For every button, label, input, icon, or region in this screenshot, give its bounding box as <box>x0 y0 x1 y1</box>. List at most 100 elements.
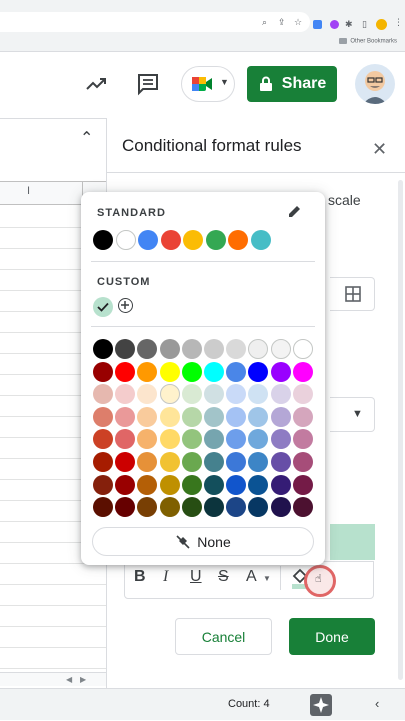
palette-color-swatch[interactable] <box>115 361 136 382</box>
palette-color-swatch[interactable] <box>226 339 247 359</box>
pencil-icon[interactable] <box>287 203 303 219</box>
done-button[interactable]: Done <box>289 618 375 655</box>
horizontal-scrollbar[interactable]: ◀ ▶ <box>0 672 108 686</box>
palette-color-swatch[interactable] <box>159 361 180 382</box>
palette-color-swatch[interactable] <box>93 429 113 450</box>
palette-color-swatch[interactable] <box>270 429 291 450</box>
palette-color-swatch[interactable] <box>292 497 313 518</box>
palette-color-swatch[interactable] <box>292 406 313 427</box>
palette-color-swatch[interactable] <box>115 474 136 495</box>
close-icon[interactable]: ✕ <box>372 139 387 160</box>
palette-color-swatch[interactable] <box>181 429 202 450</box>
cancel-button[interactable]: Cancel <box>175 618 272 655</box>
standard-color-swatch[interactable] <box>205 230 226 250</box>
palette-color-swatch[interactable] <box>159 406 180 427</box>
palette-color-swatch[interactable] <box>159 429 180 450</box>
puzzle-icon[interactable]: ✱ <box>345 18 353 30</box>
selection-count[interactable]: Count: 4 <box>228 698 270 710</box>
extension-icon[interactable] <box>313 20 322 29</box>
extension-icon[interactable] <box>330 20 339 29</box>
column-label[interactable]: I <box>27 185 30 197</box>
palette-color-swatch[interactable] <box>270 339 291 359</box>
palette-color-swatch[interactable] <box>137 497 158 518</box>
bookmark-star-icon[interactable]: ☆ <box>294 16 302 28</box>
scroll-right-icon[interactable]: ▶ <box>80 675 86 684</box>
palette-color-swatch[interactable] <box>292 452 313 472</box>
palette-color-swatch[interactable] <box>115 429 136 450</box>
palette-color-swatch[interactable] <box>159 497 180 518</box>
palette-color-swatch[interactable] <box>248 474 269 495</box>
palette-color-swatch[interactable] <box>226 384 247 405</box>
palette-color-swatch[interactable] <box>93 361 113 382</box>
palette-color-swatch[interactable] <box>204 406 224 427</box>
lens-icon[interactable]: ⌕ <box>262 16 267 28</box>
standard-color-swatch[interactable] <box>250 230 271 250</box>
palette-color-swatch[interactable] <box>137 474 158 495</box>
chevron-left-icon[interactable]: ‹ <box>375 696 379 711</box>
palette-color-swatch[interactable] <box>137 429 158 450</box>
palette-color-swatch[interactable] <box>248 452 269 472</box>
palette-color-swatch[interactable] <box>181 339 202 359</box>
standard-color-swatch[interactable] <box>228 230 248 250</box>
palette-color-swatch[interactable] <box>115 406 136 427</box>
palette-color-swatch[interactable] <box>292 384 313 405</box>
palette-color-swatch[interactable] <box>181 452 202 472</box>
other-bookmarks[interactable]: Other Bookmarks <box>339 38 397 45</box>
palette-color-swatch[interactable] <box>248 497 269 518</box>
share-page-icon[interactable]: ⇪ <box>278 16 286 28</box>
palette-color-swatch[interactable] <box>226 406 247 427</box>
palette-color-swatch[interactable] <box>292 361 313 382</box>
palette-color-swatch[interactable] <box>181 497 202 518</box>
palette-color-swatch[interactable] <box>137 384 158 405</box>
palette-color-swatch[interactable] <box>159 452 180 472</box>
palette-color-swatch[interactable] <box>292 474 313 495</box>
panel-scrollbar[interactable] <box>398 180 403 680</box>
collapse-toolbar-icon[interactable]: ⌃ <box>80 128 93 148</box>
explore-icon[interactable] <box>310 694 332 716</box>
palette-color-swatch[interactable] <box>292 429 313 450</box>
palette-color-swatch[interactable] <box>204 452 224 472</box>
underline-button[interactable]: U <box>190 568 202 586</box>
palette-color-swatch[interactable] <box>137 339 158 359</box>
palette-color-swatch[interactable] <box>270 452 291 472</box>
standard-color-swatch[interactable] <box>115 230 136 250</box>
standard-color-swatch[interactable] <box>183 230 203 250</box>
palette-color-swatch[interactable] <box>270 474 291 495</box>
palette-color-swatch[interactable] <box>270 361 291 382</box>
color-scale-tab[interactable]: scale <box>328 192 361 208</box>
palette-color-swatch[interactable] <box>204 361 224 382</box>
italic-button[interactable]: I <box>163 568 168 586</box>
comment-icon[interactable] <box>136 72 160 96</box>
meet-button[interactable]: ▼ <box>181 66 235 102</box>
palette-color-swatch[interactable] <box>248 384 269 405</box>
palette-color-swatch[interactable] <box>270 406 291 427</box>
grid-icon[interactable] <box>345 286 361 302</box>
palette-color-swatch[interactable] <box>226 452 247 472</box>
palette-color-swatch[interactable] <box>115 452 136 472</box>
none-color-button[interactable]: None <box>92 527 314 556</box>
palette-color-swatch[interactable] <box>93 406 113 427</box>
palette-color-swatch[interactable] <box>248 406 269 427</box>
palette-color-swatch[interactable] <box>226 429 247 450</box>
share-button[interactable]: Share <box>247 66 337 102</box>
trending-up-icon[interactable] <box>84 72 108 96</box>
palette-color-swatch[interactable] <box>226 497 247 518</box>
palette-color-swatch[interactable] <box>93 339 113 359</box>
add-custom-color-button[interactable] <box>118 298 133 313</box>
palette-color-swatch[interactable] <box>204 429 224 450</box>
palette-color-swatch[interactable] <box>137 406 158 427</box>
scroll-left-icon[interactable]: ◀ <box>66 675 72 684</box>
text-color-button[interactable]: A <box>246 568 257 586</box>
standard-color-swatch[interactable] <box>160 230 181 250</box>
palette-color-swatch[interactable] <box>137 361 158 382</box>
palette-color-swatch[interactable] <box>181 361 202 382</box>
palette-color-swatch[interactable] <box>226 474 247 495</box>
strikethrough-button[interactable]: S <box>218 568 229 586</box>
palette-color-swatch[interactable] <box>248 361 269 382</box>
bold-button[interactable]: B <box>134 568 146 586</box>
menu-icon[interactable]: ⋮ <box>394 16 403 28</box>
palette-color-swatch[interactable] <box>93 452 113 472</box>
palette-color-swatch[interactable] <box>248 429 269 450</box>
palette-color-swatch[interactable] <box>204 497 224 518</box>
profile-icon[interactable] <box>376 19 387 30</box>
